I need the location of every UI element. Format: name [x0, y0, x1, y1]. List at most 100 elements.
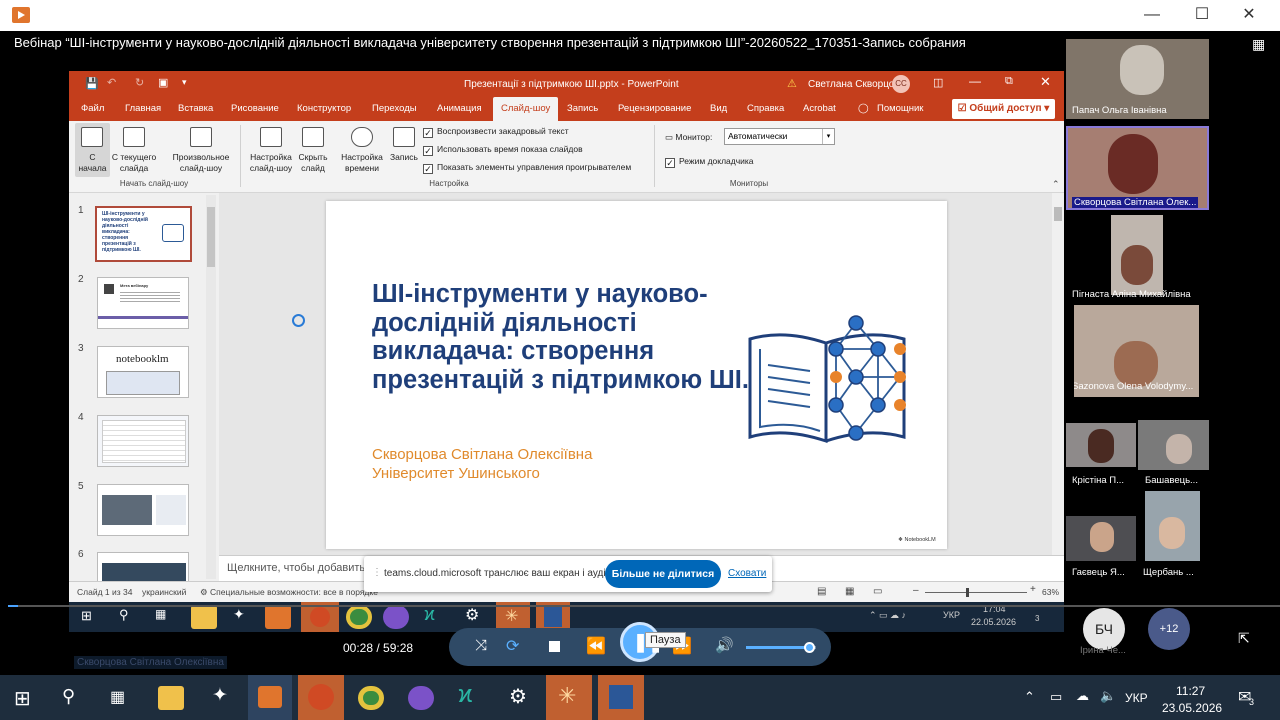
hide-link[interactable]: Сховати	[728, 568, 766, 579]
seek-bar[interactable]	[8, 605, 1280, 607]
slide-thumbnail-4[interactable]	[97, 415, 189, 467]
thumbnail-scrollbar[interactable]	[206, 195, 216, 579]
monitor-select[interactable]: Автоматически ▾	[724, 128, 835, 145]
reading-view-icon[interactable]: ▭	[873, 586, 882, 597]
zoom-level[interactable]: 63%	[1042, 587, 1059, 597]
repeat-icon[interactable]: ⟳	[506, 636, 519, 656]
tab-file[interactable]: Файл	[81, 97, 104, 121]
network-icon[interactable]: ▭	[1050, 689, 1062, 705]
from-start-button[interactable]: С начала	[75, 123, 110, 177]
normal-view-icon[interactable]: ▤	[817, 586, 826, 597]
narration-checkbox[interactable]: ✓ Воспроизвести закадровый текст	[423, 126, 569, 138]
rehearse-button[interactable]: Настройка времени	[337, 123, 387, 177]
tab-review[interactable]: Рецензирование	[618, 97, 691, 121]
windows-start-icon[interactable]: ⊞	[14, 686, 31, 711]
ppt-close-button[interactable]: ✕	[1040, 74, 1051, 90]
accessibility-status[interactable]: ⚙ Специальные возможности: все в порядке	[200, 587, 378, 598]
clock-time[interactable]: 11:27	[1176, 684, 1205, 698]
share-button[interactable]: ☑ Общий доступ ▾	[952, 99, 1055, 119]
participant-tile[interactable]	[1111, 215, 1163, 295]
shuffle-icon[interactable]: ⤨	[475, 637, 487, 654]
participant-avatar[interactable]: БЧ	[1083, 608, 1125, 650]
slide-thumbnail-6[interactable]	[97, 552, 189, 582]
zoom-slider[interactable]	[925, 592, 1027, 593]
viber-icon[interactable]	[408, 686, 434, 710]
participant-tile[interactable]	[1066, 516, 1136, 561]
slideshow-qat-icon[interactable]: ▣	[158, 76, 168, 89]
slide-thumbnail-3[interactable]: notebooklm	[97, 346, 189, 398]
setup-show-button[interactable]: Настройка слайд-шоу	[246, 123, 296, 177]
zoom-out-button[interactable]: –	[913, 585, 919, 596]
record-button[interactable]: Запись	[387, 123, 421, 177]
tab-animations[interactable]: Анимация	[437, 97, 482, 121]
close-button[interactable]: ✕	[1229, 4, 1269, 26]
participant-tile[interactable]	[1066, 423, 1136, 467]
powerpoint-taskbar-slot[interactable]	[298, 675, 344, 720]
participant-tile[interactable]: Папач Ольга Іванівна	[1066, 39, 1209, 119]
tab-help[interactable]: Справка	[747, 97, 784, 121]
drag-handle-icon[interactable]: ⋮	[372, 567, 382, 578]
participant-tile[interactable]: Sazonova Olena Volodymy...	[1074, 305, 1199, 397]
user-avatar[interactable]: СС	[892, 75, 910, 93]
scrollbar-thumb[interactable]	[1054, 207, 1062, 221]
redo-icon[interactable]: ↻	[135, 76, 144, 89]
slide-thumbnail-1[interactable]: ШІ-інструменти у науково-дослідній діяль…	[95, 206, 192, 262]
participant-tile[interactable]	[1138, 420, 1209, 470]
maximize-button[interactable]: ☐	[1182, 4, 1222, 26]
tab-acrobat[interactable]: Acrobat	[803, 97, 836, 121]
tab-tell-me[interactable]: Помощник	[877, 97, 923, 121]
keyboard-language[interactable]: УКР	[1125, 691, 1148, 705]
app-taskbar-slot[interactable]: ✳	[546, 675, 592, 720]
current-slide[interactable]: ШІ-інструменти у науково-дослідній діяль…	[326, 201, 947, 549]
task-view-icon[interactable]: ▦	[110, 687, 125, 707]
search-icon[interactable]: ⚲	[62, 686, 75, 707]
file-explorer-icon[interactable]	[158, 686, 184, 710]
collapse-ribbon-icon[interactable]: ⌃	[1052, 179, 1060, 190]
language[interactable]: украинский	[142, 587, 186, 597]
tab-slideshow[interactable]: Слайд-шоу	[493, 97, 559, 121]
from-current-button[interactable]: С текущего слайда	[109, 123, 159, 177]
speaker-icon[interactable]: 🔈	[1100, 688, 1116, 704]
participant-tile-active[interactable]: Скворцова Світлана Олек...	[1066, 126, 1209, 210]
undo-icon[interactable]: ↶	[107, 76, 116, 89]
sorter-view-icon[interactable]: ▦	[845, 586, 854, 597]
timings-checkbox[interactable]: ✓ Использовать время показа слайдов	[423, 144, 583, 156]
stop-sharing-button[interactable]: Більше не ділитися	[605, 560, 721, 588]
tab-view[interactable]: Вид	[710, 97, 727, 121]
media-controls-checkbox[interactable]: ✓ Показать элементы управления проигрыват…	[423, 162, 631, 174]
save-icon[interactable]: 💾	[85, 77, 99, 90]
media-player-taskbar-slot[interactable]	[248, 675, 292, 720]
grid-layout-icon[interactable]: ▦	[1252, 36, 1265, 53]
tray-chevron-icon[interactable]: ⌃	[1024, 689, 1035, 705]
presenter-view-checkbox[interactable]: ✓ Режим докладчика	[665, 156, 754, 168]
tab-draw[interactable]: Рисование	[231, 97, 279, 121]
zoom-in-button[interactable]: +	[1030, 584, 1036, 595]
rewind-icon[interactable]: ⏪	[586, 636, 606, 656]
tab-record[interactable]: Запись	[567, 97, 598, 121]
clock-date[interactable]: 23.05.2026	[1162, 701, 1222, 715]
hide-slide-button[interactable]: Скрыть слайд	[295, 123, 331, 177]
tab-transitions[interactable]: Переходы	[372, 97, 417, 121]
tab-design[interactable]: Конструктор	[297, 97, 351, 121]
participant-tile[interactable]	[1145, 491, 1200, 561]
settings-gear-icon[interactable]: ⚙	[509, 684, 527, 709]
ribbon-display-icon[interactable]: ◫	[933, 76, 943, 89]
slide-thumbnail-2[interactable]: Мета вебінару	[97, 277, 189, 329]
zoom-slider-thumb[interactable]	[966, 588, 969, 597]
teams-app-icon[interactable]: ϰ	[458, 681, 472, 709]
scrollbar-thumb[interactable]	[207, 207, 215, 267]
pop-out-icon[interactable]: ⇱	[1238, 630, 1250, 647]
tab-insert[interactable]: Вставка	[178, 97, 213, 121]
cloud-icon[interactable]: ☁	[1076, 688, 1089, 704]
more-participants-button[interactable]: +12	[1148, 608, 1190, 650]
acrobat-icon[interactable]: ✦	[212, 684, 228, 707]
chrome-icon[interactable]	[358, 686, 384, 710]
ppt-restore-button[interactable]: ⧉	[1005, 75, 1013, 88]
ppt-minimize-button[interactable]: —	[969, 74, 981, 88]
custom-show-button[interactable]: Произвольное слайд-шоу	[166, 123, 236, 177]
volume-icon[interactable]: 🔊	[715, 636, 734, 654]
slide-scrollbar[interactable]	[1052, 193, 1064, 555]
volume-thumb[interactable]	[804, 642, 815, 653]
tab-home[interactable]: Главная	[125, 97, 161, 121]
stop-icon[interactable]	[549, 641, 560, 652]
